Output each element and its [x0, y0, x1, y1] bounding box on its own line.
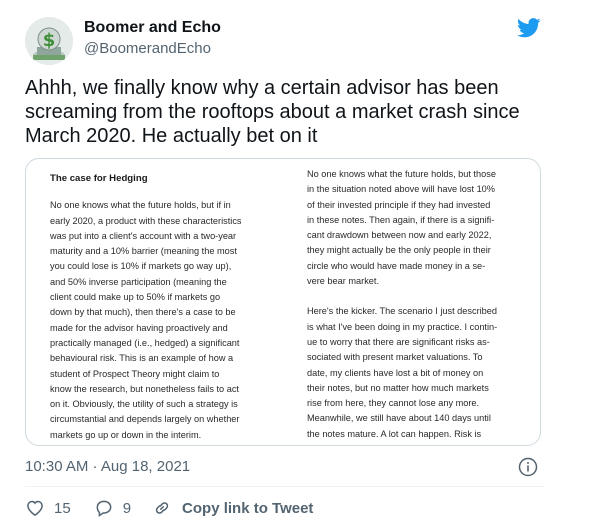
document-paragraph: No one knows what the future holds, but …	[307, 169, 496, 287]
author-handle[interactable]: @BoomerandEcho	[84, 40, 211, 57]
reply-bubble-icon	[96, 500, 112, 517]
link-icon	[155, 502, 169, 514]
action-bar: 15 9 Copy link to Tweet	[25, 497, 313, 519]
tweet-card: $ Boomer and Echo @BoomerandEcho Ahhh, w…	[0, 0, 591, 527]
divider	[25, 486, 545, 487]
copy-link-button[interactable]: Copy link to Tweet	[152, 498, 313, 518]
document-heading: The case for Hedging	[50, 173, 148, 184]
document-left-column: The case for Hedging No one knows what t…	[50, 171, 270, 443]
like-button[interactable]: 15	[25, 498, 71, 518]
like-count: 15	[54, 499, 71, 517]
document-paragraph: Here's the kicker. The scenario I just d…	[307, 306, 498, 445]
reply-button[interactable]: 9	[94, 498, 131, 518]
document-right-column: No one knows what the future holds, but …	[307, 167, 521, 445]
avatar[interactable]: $	[25, 17, 73, 65]
document-paragraph: No one knows what the future holds, but …	[50, 200, 242, 440]
svg-text:$: $	[43, 30, 56, 51]
reply-count: 9	[122, 499, 132, 517]
tweet-text: Ahhh, we finally know why a certain advi…	[25, 77, 520, 147]
piggy-bank-avatar-icon: $	[25, 17, 73, 65]
copy-link-label: Copy link to Tweet	[182, 499, 314, 517]
twitter-bird-icon[interactable]	[517, 18, 541, 38]
tweet-timestamp[interactable]: 10:30 AM · Aug 18, 2021	[25, 458, 190, 475]
heart-icon	[27, 500, 43, 516]
tweet-image[interactable]: The case for Hedging No one knows what t…	[25, 158, 541, 446]
info-icon[interactable]	[518, 457, 538, 477]
author-name[interactable]: Boomer and Echo	[84, 19, 221, 37]
